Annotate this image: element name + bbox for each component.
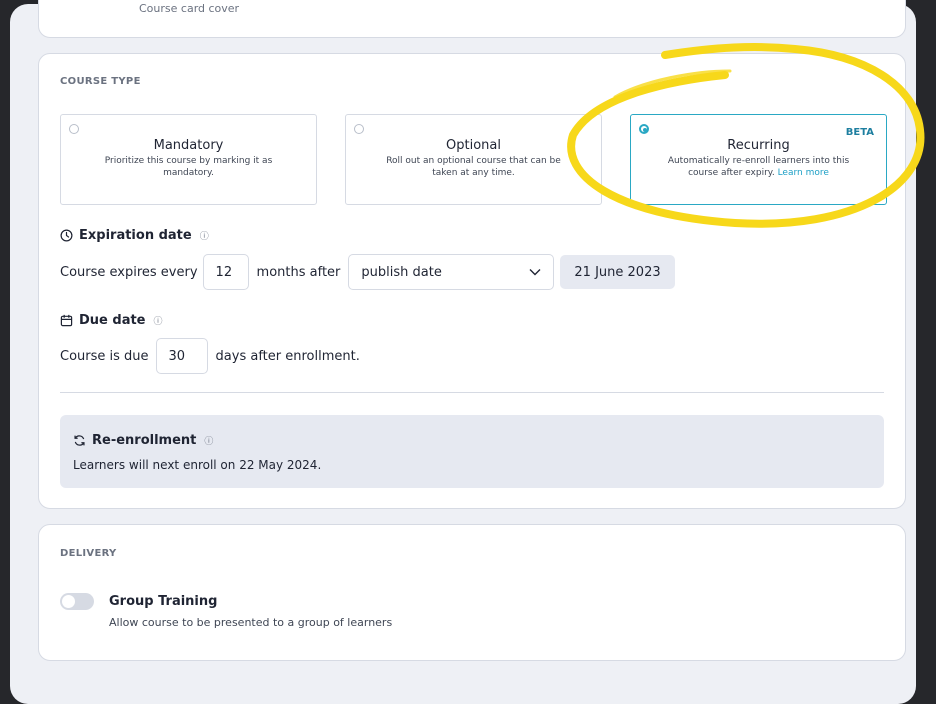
clock-icon: [60, 229, 73, 242]
option-title: Optional: [446, 138, 501, 153]
optional-radio[interactable]: [354, 124, 364, 134]
course-type-option-mandatory[interactable]: Mandatory Prioritize this course by mark…: [60, 114, 317, 205]
expiration-middle-text: months after: [256, 264, 341, 280]
due-date-heading-text: Due date: [79, 313, 146, 328]
expiration-row: Course expires every 12 months after pub…: [60, 254, 675, 290]
calendar-icon: [60, 314, 73, 327]
option-description: Roll out an optional course that can be …: [386, 156, 561, 178]
expiration-months-input[interactable]: 12: [202, 254, 249, 290]
group-training-label: Group Training: [109, 594, 218, 609]
reenrollment-heading-text: Re-enrollment: [92, 433, 197, 448]
refresh-icon: [74, 435, 85, 446]
option-description: Automatically re-enroll learners into th…: [659, 155, 859, 179]
info-icon[interactable]: ⓘ: [204, 434, 213, 447]
reenrollment-heading: Re-enrollment ⓘ: [73, 433, 213, 448]
due-date-heading: Due date ⓘ: [60, 313, 163, 328]
divider: [60, 392, 884, 393]
expiration-heading: Expiration date ⓘ: [60, 228, 209, 243]
course-type-card: COURSE TYPE Mandatory Prioritize this co…: [38, 53, 906, 509]
due-date-row: Course is due 30 days after enrollment.: [60, 338, 360, 374]
mandatory-radio[interactable]: [69, 124, 79, 134]
due-prefix: Course is due: [60, 348, 149, 364]
expiration-trigger-select[interactable]: publish date: [348, 254, 555, 290]
delivery-card: DELIVERY Group Training Allow course to …: [38, 524, 906, 661]
info-icon[interactable]: ⓘ: [200, 229, 209, 242]
reenrollment-text: Learners will next enroll on 22 May 2024…: [73, 458, 322, 472]
chevron-down-icon: [529, 269, 541, 276]
group-training-description: Allow course to be presented to a group …: [109, 616, 393, 629]
reenrollment-panel: Re-enrollment ⓘ Learners will next enrol…: [60, 415, 884, 488]
recurring-radio[interactable]: [639, 124, 649, 134]
expiration-heading-text: Expiration date: [79, 228, 192, 243]
expiration-prefix: Course expires every: [60, 264, 198, 280]
due-suffix: days after enrollment.: [215, 348, 360, 364]
course-cover-label: Course card cover: [139, 2, 240, 15]
delivery-section-label: DELIVERY: [60, 548, 117, 559]
option-description: Prioritize this course by marking it as …: [104, 156, 273, 178]
option-title: Mandatory: [153, 138, 224, 153]
learn-more-link[interactable]: Learn more: [778, 168, 829, 178]
group-training-toggle[interactable]: [60, 593, 94, 610]
settings-panel: Course card cover COURSE TYPE Mandatory …: [10, 0, 916, 704]
info-icon[interactable]: ⓘ: [154, 314, 163, 327]
course-type-option-recurring[interactable]: BETA Recurring Automatically re-enroll l…: [630, 114, 887, 205]
beta-badge: BETA: [845, 127, 874, 138]
course-cover-card: Course card cover: [38, 0, 906, 38]
course-type-section-label: COURSE TYPE: [60, 76, 141, 87]
course-type-option-optional[interactable]: Optional Roll out an optional course tha…: [345, 114, 602, 205]
expiration-date-chip: 21 June 2023: [560, 255, 675, 289]
option-title: Recurring: [727, 138, 790, 153]
expiration-trigger-value: publish date: [361, 264, 442, 280]
due-days-input[interactable]: 30: [155, 338, 208, 374]
